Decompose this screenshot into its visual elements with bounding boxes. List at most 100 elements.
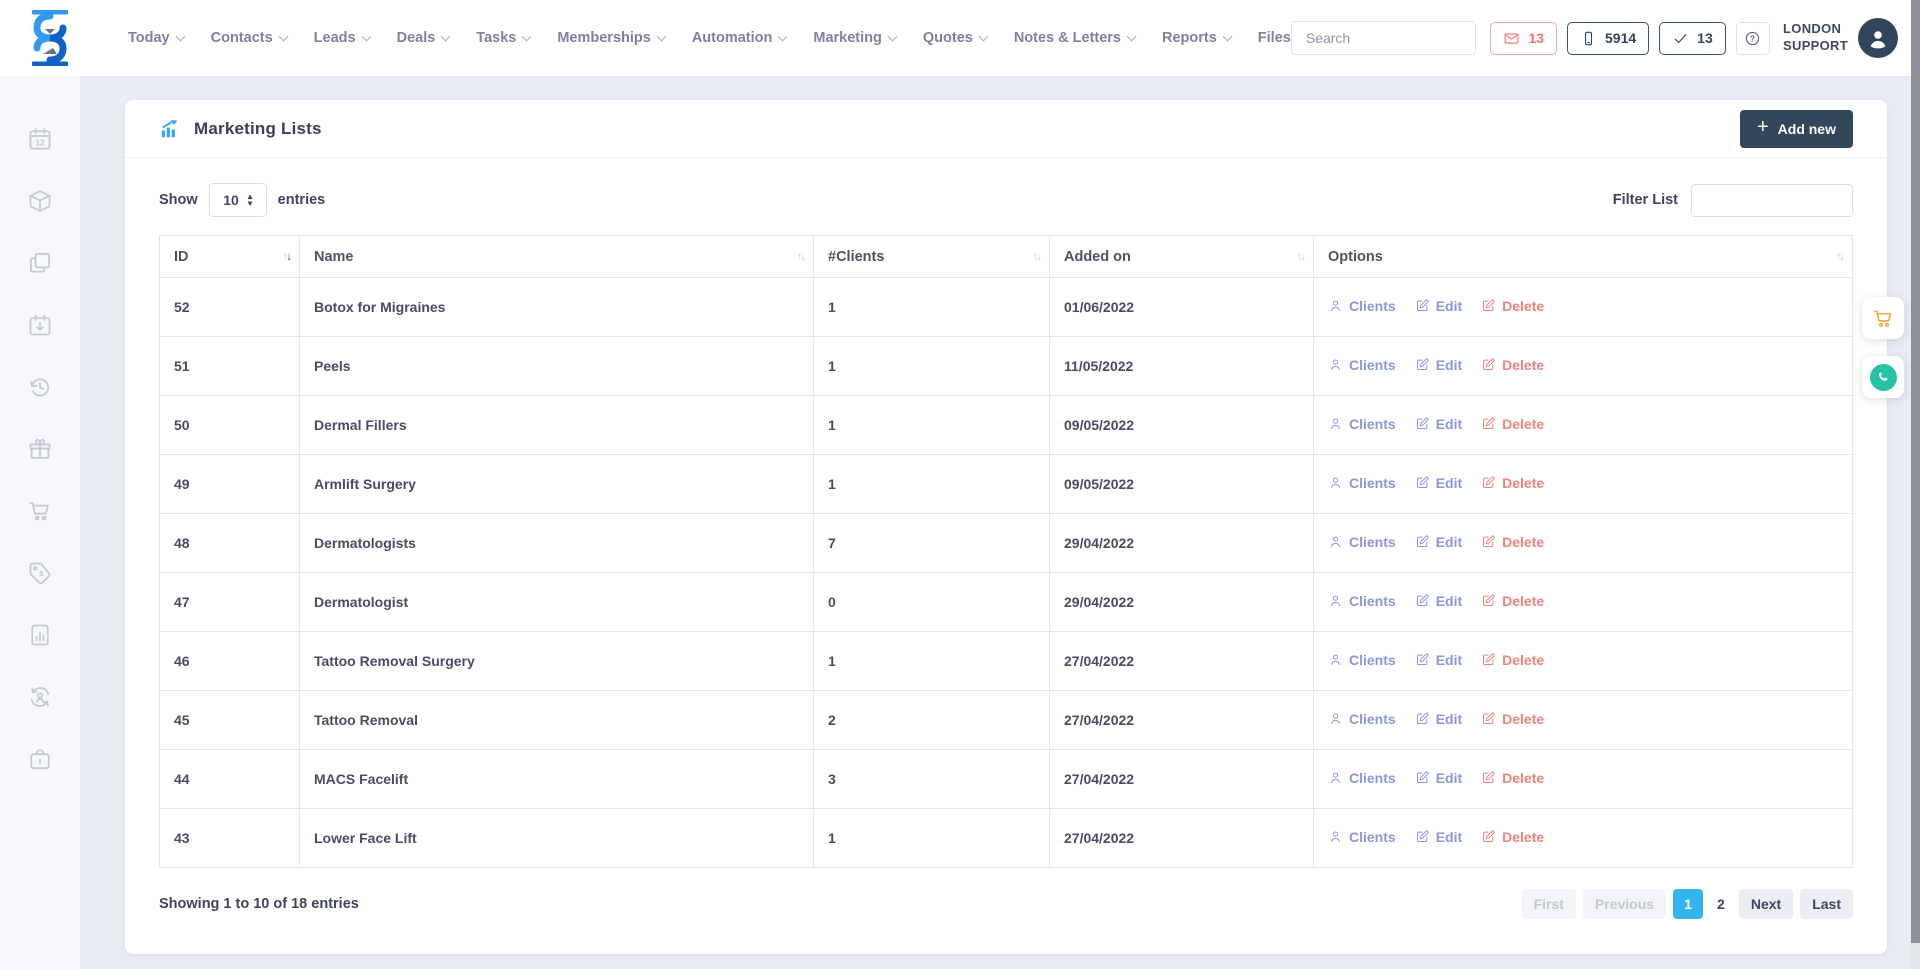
pagination-last[interactable]: Last <box>1800 889 1853 919</box>
pagination-next[interactable]: Next <box>1739 889 1793 919</box>
clients-link[interactable]: Clients <box>1328 475 1396 491</box>
cell-added-on: 27/04/2022 <box>1050 809 1314 868</box>
page-size-select[interactable]: 10 ▴▾ <box>209 183 267 217</box>
sidebar-item-calendar-12[interactable]: 12 <box>27 126 53 152</box>
delete-link[interactable]: Delete <box>1481 357 1544 373</box>
clients-link[interactable]: Clients <box>1328 298 1396 314</box>
badge-calls[interactable]: 5914 <box>1567 22 1649 55</box>
nav-item-files[interactable]: Files <box>1258 30 1291 46</box>
edit-link[interactable]: Edit <box>1415 829 1462 845</box>
edit-link[interactable]: Edit <box>1415 416 1462 432</box>
page-title: Marketing Lists <box>194 119 322 139</box>
delete-link[interactable]: Delete <box>1481 652 1544 668</box>
delete-link[interactable]: Delete <box>1481 475 1544 491</box>
badge-count: 13 <box>1528 30 1544 46</box>
sidebar-item-gift[interactable] <box>27 436 53 462</box>
cell-name: Tattoo Removal <box>300 691 814 750</box>
sidebar-item-history[interactable] <box>27 374 53 400</box>
nav-item-memberships[interactable]: Memberships <box>557 30 664 46</box>
pagination-page-1[interactable]: 1 <box>1673 889 1703 919</box>
clients-link[interactable]: Clients <box>1328 829 1396 845</box>
column-header-clients[interactable]: #Clients↑↓ <box>814 236 1050 278</box>
nav-item-deals[interactable]: Deals <box>397 30 450 46</box>
edit-link[interactable]: Edit <box>1415 593 1462 609</box>
edit-link[interactable]: Edit <box>1415 357 1462 373</box>
column-header-options[interactable]: Options↑↓ <box>1314 236 1853 278</box>
sidebar-item-briefcase-lock[interactable] <box>27 746 53 772</box>
table-row: 43Lower Face Lift127/04/2022ClientsEditD… <box>160 809 1853 868</box>
clients-link[interactable]: Clients <box>1328 711 1396 727</box>
history-icon <box>27 374 53 400</box>
sidebar-item-user-sync[interactable] <box>27 684 53 710</box>
add-new-button[interactable]: + Add new <box>1740 110 1853 148</box>
clients-link[interactable]: Clients <box>1328 652 1396 668</box>
clients-link[interactable]: Clients <box>1328 534 1396 550</box>
clients-link[interactable]: Clients <box>1328 770 1396 786</box>
delete-link[interactable]: Delete <box>1481 770 1544 786</box>
nav-item-reports[interactable]: Reports <box>1162 30 1231 46</box>
search-input[interactable] <box>1292 30 1477 46</box>
delete-link[interactable]: Delete <box>1481 534 1544 550</box>
select-arrows-icon: ▴▾ <box>248 193 252 207</box>
sidebar-item-copy[interactable] <box>27 250 53 276</box>
pagination-first[interactable]: First <box>1522 889 1576 919</box>
cell-clients: 1 <box>814 337 1050 396</box>
delete-link[interactable]: Delete <box>1481 593 1544 609</box>
marketing-lists-table: ID↑↓Name↑↓#Clients↑↓Added on↑↓Options↑↓ … <box>159 235 1853 868</box>
edit-link[interactable]: Edit <box>1415 770 1462 786</box>
delete-link[interactable]: Delete <box>1481 416 1544 432</box>
delete-link[interactable]: Delete <box>1481 298 1544 314</box>
sidebar-item-calendar-download[interactable] <box>27 312 53 338</box>
pagination-previous[interactable]: Previous <box>1583 889 1666 919</box>
avatar[interactable] <box>1858 18 1898 58</box>
user-sync-icon <box>27 684 53 710</box>
pagination-page-2[interactable]: 2 <box>1710 889 1732 919</box>
package-icon <box>27 188 53 214</box>
cell-name: Tattoo Removal Surgery <box>300 632 814 691</box>
clients-link[interactable]: Clients <box>1328 357 1396 373</box>
sidebar: 12 $ <box>0 76 80 969</box>
nav-item-contacts[interactable]: Contacts <box>211 30 287 46</box>
cell-clients: 0 <box>814 573 1050 632</box>
delete-link[interactable]: Delete <box>1481 711 1544 727</box>
cell-options: Clients Edit Delete <box>1314 337 1853 396</box>
column-header-added-on[interactable]: Added on↑↓ <box>1050 236 1314 278</box>
floating-phone-button[interactable] <box>1862 356 1904 398</box>
edit-link[interactable]: Edit <box>1415 711 1462 727</box>
nav-item-quotes[interactable]: Quotes <box>923 30 987 46</box>
clients-link[interactable]: Clients <box>1328 416 1396 432</box>
report-icon <box>27 622 53 648</box>
sidebar-item-report[interactable] <box>27 622 53 648</box>
delete-link[interactable]: Delete <box>1481 829 1544 845</box>
badge-tasks[interactable]: 13 <box>1659 22 1726 55</box>
edit-link[interactable]: Edit <box>1415 652 1462 668</box>
filter-input[interactable] <box>1691 184 1853 217</box>
user-avatar-icon <box>1866 26 1890 50</box>
sidebar-item-package[interactable] <box>27 188 53 214</box>
edit-link[interactable]: Edit <box>1415 534 1462 550</box>
nav-item-notes-letters[interactable]: Notes & Letters <box>1014 30 1135 46</box>
page-scrollbar[interactable] <box>1911 0 1920 969</box>
nav-item-automation[interactable]: Automation <box>692 30 787 46</box>
column-header-name[interactable]: Name↑↓ <box>300 236 814 278</box>
help-button[interactable]: ? <box>1736 22 1770 55</box>
nav-item-tasks[interactable]: Tasks <box>476 30 530 46</box>
sidebar-item-price-tag[interactable]: $ <box>27 560 53 586</box>
clients-link[interactable]: Clients <box>1328 593 1396 609</box>
floating-cart-button[interactable] <box>1862 297 1904 339</box>
column-header-id[interactable]: ID↑↓ <box>160 236 300 278</box>
edit-link[interactable]: Edit <box>1415 298 1462 314</box>
app-logo-icon[interactable] <box>28 8 72 68</box>
badge-count: 13 <box>1697 30 1713 46</box>
nav-item-marketing[interactable]: Marketing <box>813 30 896 46</box>
badge-messages[interactable]: 13 <box>1490 22 1557 55</box>
nav-item-leads[interactable]: Leads <box>314 30 370 46</box>
edit-link[interactable]: Edit <box>1415 475 1462 491</box>
chevron-down-icon <box>361 31 371 41</box>
edit-icon <box>1415 711 1430 726</box>
table-row: 48Dermatologists729/04/2022ClientsEditDe… <box>160 514 1853 573</box>
sidebar-item-cart[interactable] <box>27 498 53 524</box>
cell-options: Clients Edit Delete <box>1314 514 1853 573</box>
nav-item-label: Notes & Letters <box>1014 30 1121 46</box>
nav-item-today[interactable]: Today <box>128 30 184 46</box>
